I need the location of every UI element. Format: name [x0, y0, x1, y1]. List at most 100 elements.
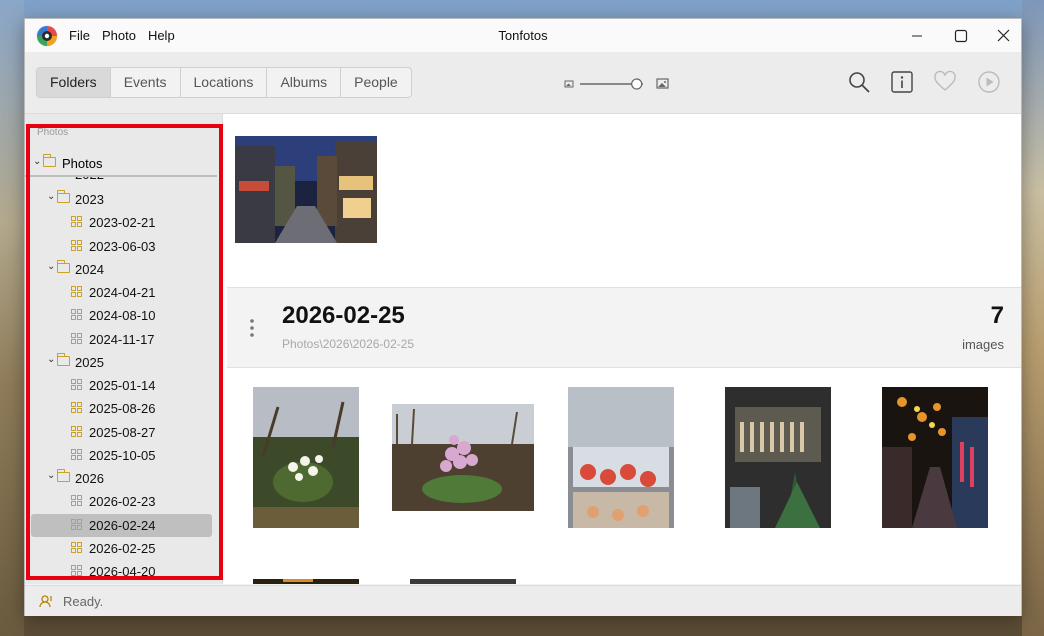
user-status-icon — [39, 595, 52, 608]
tree-day-item[interactable]: 2023-06-03 — [25, 235, 217, 258]
info-icon — [891, 71, 913, 93]
tree-day-item[interactable]: 2025-01-14 — [25, 374, 217, 397]
tree-item-label: 2026 — [75, 471, 104, 486]
group-count-label: images — [962, 337, 1004, 352]
menu-photo[interactable]: Photo — [102, 28, 136, 43]
tree-day-item[interactable]: 2024-04-21 — [25, 281, 217, 304]
photo-thumbnail[interactable] — [392, 404, 534, 511]
day-grid-icon — [71, 565, 82, 576]
maximize-icon — [954, 29, 968, 42]
desktop-background-left — [0, 0, 24, 636]
tree-item-label: 2025 — [75, 354, 104, 370]
tree-item-label: 2024-08-10 — [89, 308, 156, 324]
group-path: Photos\2026\2026-02-25 — [282, 337, 415, 351]
tree-day-item[interactable]: 2026-02-25 — [25, 537, 217, 560]
tree-day-item[interactable]: 2026-02-23 — [25, 490, 217, 513]
menu-file[interactable]: File — [69, 28, 90, 43]
tree-item-label: 2025-08-26 — [89, 401, 156, 417]
tree-day-item[interactable]: 2026-04-20 — [25, 560, 217, 583]
tree-year-item[interactable]: ⌄ 2023 — [25, 188, 217, 211]
minimize-icon — [912, 35, 922, 36]
close-button[interactable] — [981, 19, 1025, 52]
more-options-icon[interactable] — [249, 318, 255, 338]
search-icon — [849, 72, 870, 93]
tab-albums[interactable]: Albums — [267, 68, 342, 97]
chevron-down-icon[interactable]: ⌄ — [33, 156, 41, 167]
zoom-slider[interactable] — [563, 74, 673, 94]
tree-day-item[interactable]: 2024-11-17 — [25, 328, 217, 351]
tab-locations[interactable]: Locations — [181, 68, 268, 97]
day-grid-icon — [71, 518, 82, 530]
tree-day-item[interactable]: 2025-10-05 — [25, 444, 217, 467]
group-date: 2026-02-25 — [282, 302, 405, 329]
tree-day-item[interactable]: 2025-08-27 — [25, 421, 217, 444]
folder-icon — [56, 259, 70, 273]
tree-day-item[interactable]: 2023-02-21 — [25, 211, 217, 234]
tree-year-item[interactable]: ⌄ 2024 — [25, 258, 217, 281]
tree-day-item[interactable]: 2024-08-10 — [25, 304, 217, 327]
large-image-icon — [656, 78, 669, 89]
tree-year-item[interactable]: ⌄ 2025 — [25, 351, 217, 374]
play-icon — [978, 71, 1000, 93]
folder-icon — [56, 190, 70, 203]
day-grid-icon — [71, 332, 82, 344]
tree-item-label: 2024-11-17 — [89, 331, 155, 347]
tree-day-item[interactable]: 2025-08-26 — [25, 397, 217, 420]
info-button[interactable] — [889, 69, 915, 95]
photo-thumbnail[interactable] — [253, 579, 359, 584]
folder-icon — [56, 352, 70, 366]
day-grid-icon — [71, 425, 82, 437]
day-grid-icon — [71, 541, 82, 553]
zoom-thumb[interactable] — [631, 78, 643, 90]
desktop-background-right — [1022, 0, 1044, 636]
maximize-button[interactable] — [939, 19, 983, 52]
tree-day-item[interactable]: 2026-02-24 — [31, 513, 212, 537]
tree-item-label: 2025-10-05 — [89, 447, 156, 463]
app-logo-icon — [36, 25, 58, 47]
minimize-button[interactable] — [895, 19, 939, 52]
tree-item-label: 2023-02-21 — [89, 215, 156, 231]
sidebar-header: Photos — [37, 127, 69, 138]
tab-people[interactable]: People — [341, 68, 411, 97]
photo-thumbnail[interactable] — [235, 136, 377, 243]
folder-tree-panel: Photos ⌄ Photos 2022 ⌄ 2023 2023-02-21 2023… — [25, 114, 223, 584]
tree-item-label: 2023 — [75, 192, 104, 207]
favorite-button[interactable] — [932, 69, 958, 95]
tree-item-label: 2024-04-21 — [89, 285, 156, 300]
photo-thumbnail[interactable] — [882, 387, 988, 528]
tree-item-label: 2026-02-23 — [89, 494, 156, 510]
tree-item-label: 2026-02-25 — [89, 540, 156, 556]
day-grid-icon — [71, 495, 82, 507]
tree-year-item[interactable]: ⌄ 2026 — [25, 467, 217, 490]
menu-help[interactable]: Help — [148, 28, 175, 43]
day-grid-icon — [71, 286, 82, 297]
slideshow-button[interactable] — [976, 69, 1002, 95]
tab-folders[interactable]: Folders — [37, 68, 111, 97]
tree-item-label: 2026-04-20 — [89, 564, 156, 579]
tree-root-photos[interactable]: ⌄ Photos — [25, 151, 217, 177]
tree-item-label: 2023-06-03 — [89, 238, 156, 254]
search-button[interactable] — [846, 69, 872, 95]
photo-thumbnail[interactable] — [410, 579, 516, 584]
tree-item-label: 2026-02-24 — [89, 517, 156, 533]
status-bar: Ready. — [25, 585, 1021, 616]
tree-item-label: 2025-08-27 — [89, 424, 156, 440]
heart-icon — [934, 70, 956, 91]
chevron-down-icon[interactable]: ⌄ — [47, 354, 55, 365]
photo-thumbnail[interactable] — [568, 387, 674, 528]
photo-thumbnail[interactable] — [253, 387, 359, 528]
group-image-count: 7 — [990, 302, 1004, 329]
day-grid-icon — [71, 239, 82, 251]
photo-thumbnail[interactable] — [725, 387, 831, 528]
folder-icon — [56, 469, 70, 482]
small-image-icon — [564, 80, 574, 88]
tree-root-label: Photos — [62, 156, 103, 171]
day-grid-icon — [71, 216, 82, 228]
chevron-down-icon[interactable]: ⌄ — [47, 191, 55, 202]
chevron-down-icon[interactable]: ⌄ — [47, 470, 55, 481]
day-grid-icon — [71, 309, 82, 321]
tab-events[interactable]: Events — [111, 68, 181, 97]
chevron-down-icon[interactable]: ⌄ — [47, 261, 55, 272]
day-grid-icon — [71, 448, 82, 460]
close-icon — [997, 29, 1009, 42]
